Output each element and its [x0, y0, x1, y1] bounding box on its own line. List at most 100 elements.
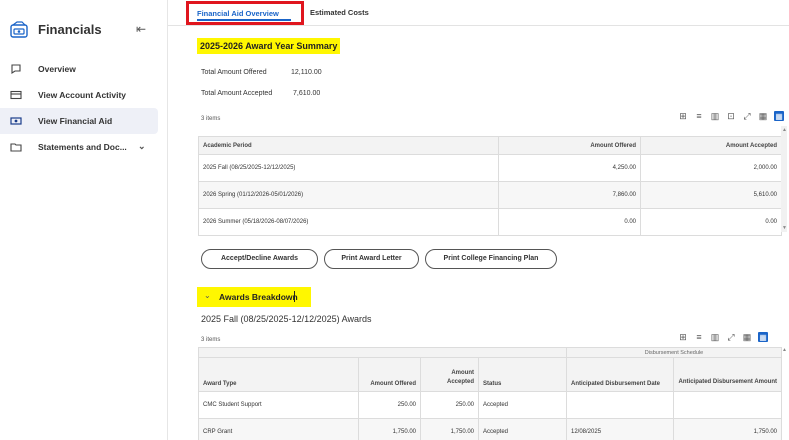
awards-table: Disbursement Schedule Award Type Amount … — [198, 347, 782, 440]
chart-icon[interactable]: ▥ — [710, 332, 720, 342]
column-header[interactable]: Amount Accepted — [640, 136, 782, 155]
table-scrollbar[interactable] — [781, 126, 787, 232]
tab-bar-divider — [168, 25, 789, 26]
award-type-cell: CMC Student Support — [198, 391, 359, 419]
table-header-row: Academic Period Amount Offered Amount Ac… — [198, 136, 782, 155]
tab-label: Estimated Costs — [310, 8, 369, 17]
table-row: 2026 Spring (01/12/2026-05/01/2026) 7,86… — [198, 181, 782, 209]
list-view-icon[interactable]: ▦ — [774, 111, 784, 121]
amount-offered-cell: 7,860.00 — [498, 181, 641, 209]
sidebar-item-view-financial-aid[interactable]: View Financial Aid — [0, 108, 158, 134]
table-header-row: Award Type Amount Offered Amount Accepte… — [198, 357, 782, 392]
chart-icon[interactable]: ▥ — [710, 111, 720, 121]
total-accepted-value: 7,610.00 — [293, 90, 321, 97]
table-row: CRP Grant 1,750.00 1,750.00 Accepted 12/… — [198, 418, 782, 440]
column-header[interactable]: Anticipated Disbursement Date — [566, 357, 674, 392]
sidebar-item-label: View Account Activity — [38, 90, 127, 100]
tab-label: Financial Aid Overview — [197, 9, 279, 18]
group-header-spacer — [198, 347, 567, 358]
tab-estimated-costs[interactable]: Estimated Costs — [310, 8, 369, 17]
sidebar-item-overview[interactable]: Overview — [0, 56, 158, 82]
accept-decline-awards-button[interactable]: Accept/Decline Awards — [201, 249, 318, 269]
disbursement-schedule-header: Disbursement Schedule — [566, 347, 782, 358]
period-cell: 2026 Spring (01/12/2026-05/01/2026) — [198, 181, 499, 209]
table-row: 2025 Fall (08/25/2025-12/12/2025) 4,250.… — [198, 154, 782, 182]
sidebar-item-label: View Financial Aid — [38, 116, 113, 126]
table-row: 2026 Summer (05/18/2026-08/07/2026) 0.00… — [198, 208, 782, 236]
table-toolbar: ⊞ ≡ ▥ ⤢ ▦ ▦ — [678, 332, 768, 342]
amount-offered-cell: 4,250.00 — [498, 154, 641, 182]
total-offered-label: Total Amount Offered — [201, 69, 267, 76]
scroll-down-icon[interactable]: ▼ — [782, 225, 787, 231]
column-header[interactable]: Status — [478, 357, 567, 392]
amount-offered-cell: 250.00 — [358, 391, 421, 419]
table-toolbar: ⊞ ≡ ▥ ⊡ ⤢ ▦ ▦ — [678, 111, 784, 121]
amount-accepted-cell: 2,000.00 — [640, 154, 782, 182]
filter-icon[interactable]: ≡ — [694, 111, 704, 121]
table-view-icon[interactable]: ⊡ — [726, 111, 736, 121]
status-cell: Accepted — [478, 391, 567, 419]
grid-view-icon[interactable]: ▦ — [742, 332, 752, 342]
amount-offered-cell: 0.00 — [498, 208, 641, 236]
tab-financial-aid-overview[interactable]: Financial Aid Overview — [186, 1, 304, 25]
amount-accepted-cell: 250.00 — [420, 391, 479, 419]
disbursement-date-cell — [566, 391, 674, 419]
awards-breakdown-title: Awards Breakdown — [219, 292, 298, 302]
period-cell: 2026 Summer (05/18/2026-08/07/2026) — [198, 208, 499, 236]
list-view-icon[interactable]: ▦ — [758, 332, 768, 342]
wallet-icon — [8, 20, 30, 42]
award-type-cell: CRP Grant — [198, 418, 359, 440]
collapse-left-icon[interactable]: ⇤ — [136, 22, 146, 36]
sidebar-item-statements[interactable]: Statements and Doc... ⌄ — [0, 134, 158, 160]
column-header[interactable]: Anticipated Disbursement Amount — [673, 357, 782, 392]
items-count: 3 items — [201, 337, 221, 343]
disbursement-amount-cell: 1,750.00 — [673, 418, 782, 440]
table-row: CMC Student Support 250.00 250.00 Accept… — [198, 391, 782, 419]
chat-bubble-icon — [10, 63, 22, 75]
amount-accepted-cell: 5,610.00 — [640, 181, 782, 209]
sidebar-item-view-account-activity[interactable]: View Account Activity — [0, 82, 158, 108]
column-header[interactable]: Amount Accepted — [420, 357, 479, 392]
total-offered-value: 12,110.00 — [291, 69, 322, 76]
award-year-summary-title: 2025-2026 Award Year Summary — [197, 38, 341, 54]
sidebar: Financials ⇤ Overview View Account Activ… — [0, 0, 168, 440]
period-awards-title: 2025 Fall (08/25/2025-12/12/2025) Awards — [201, 314, 372, 324]
sidebar-item-label: Statements and Doc... — [38, 142, 127, 152]
column-header[interactable]: Award Type — [198, 357, 359, 392]
folder-icon — [10, 141, 22, 153]
status-cell: Accepted — [478, 418, 567, 440]
column-header[interactable]: Academic Period — [198, 136, 499, 155]
scroll-up-icon[interactable]: ▲ — [782, 347, 787, 353]
money-icon — [10, 115, 22, 127]
chevron-down-icon: ⌄ — [204, 291, 211, 300]
export-excel-icon[interactable]: ⊞ — [678, 332, 688, 342]
amount-accepted-cell: 0.00 — [640, 208, 782, 236]
filter-icon[interactable]: ≡ — [694, 332, 704, 342]
sidebar-title: Financials — [38, 22, 102, 37]
disbursement-date-cell: 12/08/2025 — [566, 418, 674, 440]
grid-view-icon[interactable]: ▦ — [758, 111, 768, 121]
card-icon — [10, 89, 22, 101]
sidebar-header: Financials ⇤ — [8, 18, 158, 44]
print-award-letter-button[interactable]: Print Award Letter — [324, 249, 419, 269]
amount-accepted-cell: 1,750.00 — [420, 418, 479, 440]
print-college-financing-plan-button[interactable]: Print College Financing Plan — [425, 249, 557, 269]
total-accepted-label: Total Amount Accepted — [201, 90, 273, 97]
scroll-up-icon[interactable]: ▲ — [782, 127, 787, 133]
fullscreen-icon[interactable]: ⤢ — [726, 332, 736, 342]
items-count: 3 items — [201, 116, 221, 122]
period-cell: 2025 Fall (08/25/2025-12/12/2025) — [198, 154, 499, 182]
amount-offered-cell: 1,750.00 — [358, 418, 421, 440]
fullscreen-icon[interactable]: ⤢ — [742, 111, 752, 121]
disbursement-amount-cell — [673, 391, 782, 419]
table-group-header-row: Disbursement Schedule — [198, 347, 782, 358]
academic-period-table: Academic Period Amount Offered Amount Ac… — [198, 136, 782, 236]
chevron-down-icon[interactable]: ⌄ — [138, 141, 146, 152]
sidebar-item-label: Overview — [38, 64, 76, 74]
column-header[interactable]: Amount Offered — [498, 136, 641, 155]
tab-underline — [197, 19, 291, 21]
export-excel-icon[interactable]: ⊞ — [678, 111, 688, 121]
awards-breakdown-header[interactable]: ⌄ Awards Breakdown — [197, 287, 311, 307]
column-header[interactable]: Amount Offered — [358, 357, 421, 392]
text-cursor — [294, 291, 295, 302]
